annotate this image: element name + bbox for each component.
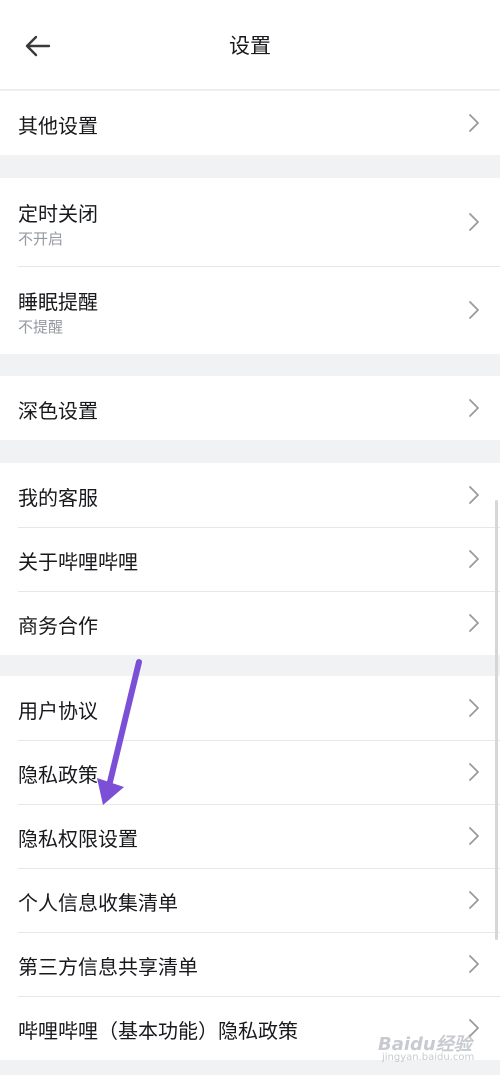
- settings-group-other: 其他设置: [0, 91, 500, 155]
- settings-item-label: 深色设置: [18, 399, 98, 423]
- settings-item-third-party-sharing[interactable]: 第三方信息共享清单: [0, 932, 500, 996]
- settings-item-label: 其他设置: [18, 114, 98, 138]
- chevron-right-icon: [469, 955, 479, 973]
- settings-item-privacy-permissions[interactable]: 隐私权限设置: [0, 804, 500, 868]
- settings-group-support: 我的客服 关于哔哩哔哩 商务合作: [0, 463, 500, 655]
- top-bar: 设置: [0, 0, 500, 90]
- chevron-right-icon: [469, 486, 479, 504]
- settings-item-timed-off[interactable]: 定时关闭 不开启: [0, 178, 500, 266]
- settings-item-value: 不提醒: [18, 318, 64, 336]
- settings-item-sleep-reminder[interactable]: 睡眠提醒 不提醒: [0, 266, 500, 354]
- baidu-watermark: Baidu经验 jingyan.baidu.com: [378, 1022, 478, 1066]
- settings-item-dark-mode[interactable]: 深色设置: [0, 376, 500, 440]
- page-title: 设置: [229, 34, 271, 58]
- chevron-right-icon: [469, 763, 479, 781]
- chevron-right-icon: [469, 399, 479, 417]
- settings-item-about[interactable]: 关于哔哩哔哩: [0, 527, 500, 591]
- settings-item-business[interactable]: 商务合作: [0, 591, 500, 655]
- settings-item-label: 隐私政策: [18, 763, 98, 787]
- settings-item-other[interactable]: 其他设置: [0, 91, 500, 155]
- chevron-right-icon: [469, 827, 479, 845]
- settings-group-privacy: 用户协议 隐私政策 隐私权限设置 个人信息收集清单 第三方信息共享清单 哔哩哔哩…: [0, 676, 500, 1060]
- settings-item-label: 隐私权限设置: [18, 827, 138, 851]
- watermark-url: jingyan.baidu.com: [382, 1052, 475, 1063]
- settings-item-label: 我的客服: [18, 486, 98, 510]
- settings-item-label: 用户协议: [18, 699, 98, 723]
- chevron-right-icon: [469, 699, 479, 717]
- scrollbar[interactable]: [495, 500, 498, 940]
- settings-item-label: 关于哔哩哔哩: [18, 550, 138, 574]
- settings-item-label: 商务合作: [18, 614, 98, 638]
- settings-group-dark-mode: 深色设置: [0, 376, 500, 440]
- chevron-right-icon: [469, 114, 479, 132]
- settings-item-label: 定时关闭: [18, 202, 98, 226]
- settings-item-personal-info-list[interactable]: 个人信息收集清单: [0, 868, 500, 932]
- settings-group-playback: 定时关闭 不开启 睡眠提醒 不提醒: [0, 178, 500, 354]
- settings-item-label: 哔哩哔哩（基本功能）隐私政策: [18, 1019, 298, 1043]
- settings-item-label: 第三方信息共享清单: [18, 955, 198, 979]
- chevron-right-icon: [469, 213, 479, 231]
- chevron-right-icon: [469, 891, 479, 909]
- settings-item-customer-service[interactable]: 我的客服: [0, 463, 500, 527]
- settings-item-label: 个人信息收集清单: [18, 891, 178, 915]
- settings-item-privacy-policy[interactable]: 隐私政策: [0, 740, 500, 804]
- chevron-right-icon: [469, 550, 479, 568]
- settings-item-label: 睡眠提醒: [18, 290, 98, 314]
- chevron-right-icon: [469, 301, 479, 319]
- settings-item-value: 不开启: [18, 230, 64, 248]
- settings-item-user-agreement[interactable]: 用户协议: [0, 676, 500, 740]
- chevron-right-icon: [469, 614, 479, 632]
